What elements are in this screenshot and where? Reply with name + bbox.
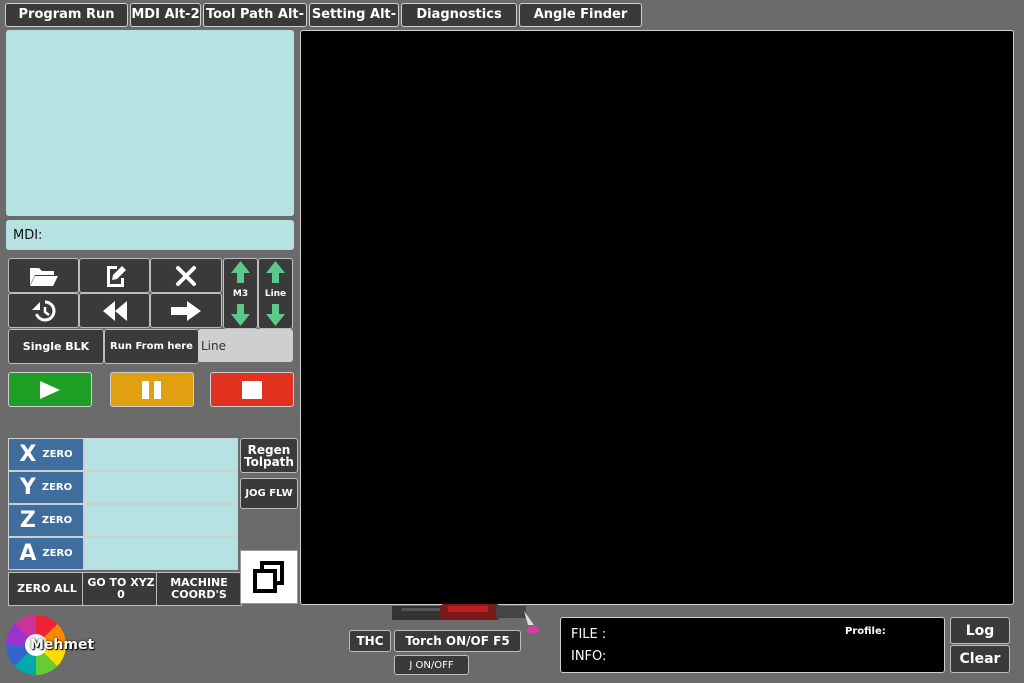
- file-info-panel: FILE : INFO: Profile:: [560, 617, 945, 673]
- run-from-here-button[interactable]: Run From here: [104, 329, 199, 364]
- zero-x-button[interactable]: X ZERO: [8, 438, 84, 471]
- info-label: INFO:: [571, 649, 607, 664]
- cycle-start-button[interactable]: [8, 372, 92, 407]
- toolpath-view[interactable]: [300, 30, 1014, 605]
- profile-label: Profile:: [845, 626, 886, 637]
- line-up-down-control[interactable]: Line: [258, 258, 293, 329]
- axis-y-zero: ZERO: [41, 482, 73, 493]
- tab-setting[interactable]: Setting Alt-6: [309, 3, 399, 44]
- m3-label: M3: [232, 289, 249, 299]
- m3-up-down-control[interactable]: M3: [223, 258, 258, 329]
- zero-all-button[interactable]: ZERO ALL: [8, 572, 86, 606]
- rewind-icon: [102, 300, 127, 321]
- feed-hold-button[interactable]: [110, 372, 194, 407]
- y-position-value[interactable]: [84, 471, 238, 504]
- rewind-button[interactable]: [79, 293, 150, 328]
- restore-window-icon: [253, 561, 284, 593]
- axis-a-zero: ZERO: [42, 548, 73, 559]
- j-onoff-button[interactable]: J ON/OFF: [394, 655, 469, 675]
- tab-mdi[interactable]: MDI Alt-2: [130, 3, 201, 27]
- logo-text: Mehmet: [30, 637, 95, 653]
- tab-program-run[interactable]: Program Run Alt-1: [5, 3, 128, 44]
- axis-x-zero: ZERO: [42, 449, 73, 460]
- step-forward-button[interactable]: [150, 293, 222, 328]
- zero-a-button[interactable]: A ZERO: [8, 537, 84, 570]
- axis-x-letter: X: [19, 442, 37, 467]
- log-button[interactable]: Log: [950, 617, 1010, 644]
- x-position-value[interactable]: [84, 438, 238, 471]
- jog-follow-button[interactable]: JOG FLW: [240, 478, 298, 509]
- mdi-input[interactable]: MDI:: [6, 220, 294, 250]
- axis-y-letter: Y: [19, 475, 36, 500]
- zero-y-button[interactable]: Y ZERO: [8, 471, 84, 504]
- pause-icon: [142, 380, 161, 399]
- gcode-display[interactable]: [6, 30, 294, 216]
- window-toggle-button[interactable]: [240, 550, 298, 604]
- tab-tool-path[interactable]: Tool Path Alt-4: [203, 3, 307, 44]
- close-file-button[interactable]: [150, 258, 222, 293]
- clear-button[interactable]: Clear: [950, 645, 1010, 673]
- line-label: Line: [264, 289, 287, 299]
- file-label: FILE :: [571, 627, 607, 642]
- mdi-label: MDI:: [13, 228, 43, 243]
- stop-icon: [242, 380, 262, 399]
- machine-coords-button[interactable]: MACHINE COORD'S: [156, 572, 242, 606]
- tab-diagnostics[interactable]: Diagnostics Alt-7: [401, 3, 517, 44]
- line-number-field[interactable]: Line: [198, 329, 293, 362]
- single-block-button[interactable]: Single BLK: [8, 329, 104, 364]
- a-position-value[interactable]: [84, 537, 238, 570]
- play-icon: [40, 380, 60, 399]
- thc-button[interactable]: THC: [349, 630, 391, 652]
- open-file-button[interactable]: [8, 258, 79, 293]
- axis-a-letter: A: [19, 541, 37, 566]
- axis-z-zero: ZERO: [41, 515, 73, 526]
- z-position-value[interactable]: [84, 504, 238, 537]
- stop-button[interactable]: [210, 372, 294, 407]
- edit-icon: [106, 265, 126, 287]
- arrow-right-icon: [171, 300, 201, 321]
- line-field-text: Line: [201, 339, 227, 353]
- history-icon: [31, 300, 55, 321]
- edit-file-button[interactable]: [79, 258, 150, 293]
- close-icon: [176, 265, 196, 286]
- folder-open-icon: [29, 267, 58, 286]
- go-to-xyz0-button[interactable]: GO TO XYZ 0: [82, 572, 160, 606]
- rewind-history-button[interactable]: [8, 293, 79, 328]
- tab-angle-finder[interactable]: Angle Finder Alt-8: [519, 3, 642, 44]
- regen-toolpath-button[interactable]: Regen Tolpath: [240, 438, 298, 473]
- axis-z-letter: Z: [19, 508, 36, 533]
- zero-z-button[interactable]: Z ZERO: [8, 504, 84, 537]
- torch-toggle-button[interactable]: Torch ON/OF F5: [394, 630, 521, 652]
